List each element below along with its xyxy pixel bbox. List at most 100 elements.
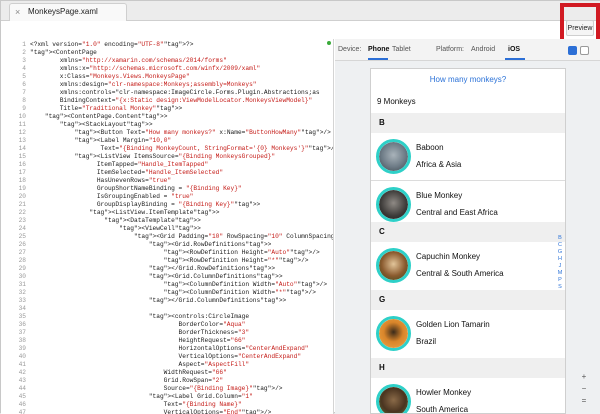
code-line[interactable]: "tag"><ListView.ItemTemplate"tag">> <box>30 209 219 217</box>
code-line[interactable]: HasUnevenRows="true" <box>30 177 171 185</box>
code-line[interactable]: IsGroupingEnabled = "true" <box>30 193 194 201</box>
index-letter[interactable]: H <box>555 256 565 263</box>
line-number: 35 <box>18 313 26 320</box>
code-line[interactable]: "tag"><controls:CircleImage <box>30 313 249 321</box>
device-tab-tablet[interactable]: Tablet <box>392 46 411 53</box>
zoom-reset-icon[interactable]: = <box>579 396 589 406</box>
line-number: 19 <box>18 185 26 192</box>
code-line[interactable]: "tag"><DataTemplate"tag">> <box>30 217 201 225</box>
code-line[interactable]: "tag"><ColumnDefinition Width="Auto""tag… <box>30 281 327 289</box>
code-line[interactable]: "tag"></Grid.RowDefinitions"tag">> <box>30 265 275 273</box>
ide-window: × MonkeysPage.xaml Preview 1 2 3 4 5 6 7 8 9 10 11… <box>0 0 600 414</box>
monkey-location: Africa & Asia <box>416 160 462 169</box>
list-item[interactable]: Howler Monkey South America <box>371 378 565 413</box>
line-number: 27 <box>18 249 26 256</box>
code-line[interactable]: Text="{Binding MonkeyCount, StringFormat… <box>30 145 333 153</box>
code-line[interactable]: "tag"><Grid Padding="10" RowSpacing="10"… <box>30 233 333 241</box>
monkey-name: Golden Lion Tamarin <box>416 320 490 329</box>
how-many-button[interactable]: How many monkeys? <box>371 75 565 84</box>
code-line[interactable]: "tag"><ColumnDefinition Width="*""tag">/… <box>30 289 316 297</box>
device-tab-phone[interactable]: Phone <box>368 46 389 53</box>
code-editor[interactable]: 1 2 3 4 5 6 7 8 9 10 11 12 13 14 15 16 17 18 19 20 21 22 23 24 2… <box>1 39 334 414</box>
monkey-location: Central and East Africa <box>416 208 498 217</box>
tab-monkeyspage-xaml[interactable]: × MonkeysPage.xaml <box>9 3 127 21</box>
code-line[interactable]: HeightRequest="66" <box>30 337 246 345</box>
index-letter[interactable]: S <box>555 284 565 291</box>
index-letter[interactable]: G <box>555 249 565 256</box>
line-number: 15 <box>18 153 26 160</box>
line-number: 32 <box>18 289 26 296</box>
code-line[interactable]: HorizontalOptions="CenterAndExpand" <box>30 345 309 353</box>
code-line[interactable]: xmlns:x="http://schemas.microsoft.com/wi… <box>30 65 261 73</box>
code-line[interactable]: Title="Traditional Monkey""tag">> <box>30 105 183 113</box>
index-letter[interactable]: J <box>555 263 565 270</box>
code-line[interactable]: GroupShortNameBinding = "{Binding Key}" <box>30 185 242 193</box>
code-line[interactable]: Source="{Binding Image}""tag">/> <box>30 385 283 393</box>
index-letter[interactable]: P <box>555 277 565 284</box>
section-index[interactable]: BCGHJMPS <box>555 235 565 291</box>
line-number: 20 <box>18 193 26 200</box>
code-line[interactable]: WidthRequest="66" <box>30 369 227 377</box>
platform-tab-ios[interactable]: iOS <box>508 46 520 53</box>
line-number: 29 <box>18 265 26 272</box>
line-number: 6 <box>22 81 26 88</box>
code-line[interactable]: Aspect="AspectFill" <box>30 361 250 369</box>
line-number: 11 <box>18 121 26 128</box>
code-line[interactable]: "tag"><Button Text="How many monkeys?" x… <box>30 129 331 137</box>
monkey-name: Howler Monkey <box>416 388 472 397</box>
portrait-icon[interactable] <box>568 46 577 55</box>
platform-tab-android[interactable]: Android <box>471 46 495 53</box>
code-line[interactable]: BorderThickness="3" <box>30 329 250 337</box>
list-item[interactable]: Capuchin Monkey Central & South America <box>371 242 565 290</box>
line-number: 39 <box>18 345 26 352</box>
zoom-out-icon[interactable]: − <box>579 384 589 394</box>
code-line[interactable]: "tag"></Grid.ColumnDefinitions"tag">> <box>30 297 286 305</box>
code-line[interactable]: "tag"><Grid.ColumnDefinitions"tag">> <box>30 273 283 281</box>
monkey-location: Central & South America <box>416 269 504 278</box>
avatar <box>376 316 411 351</box>
list-item[interactable]: Golden Lion Tamarin Brazil <box>371 310 565 358</box>
code-line[interactable]: xmlns="http://xamarin.com/schemas/2014/f… <box>30 57 227 65</box>
list-item[interactable]: Baboon Africa & Asia <box>371 133 565 181</box>
index-letter[interactable]: M <box>555 270 565 277</box>
code-line[interactable]: BorderColor="Aqua" <box>30 321 246 329</box>
code-line[interactable]: "tag"><RowDefinition Height="Auto""tag">… <box>30 249 320 257</box>
line-number: 8 <box>22 97 26 104</box>
code-line[interactable]: <?xml version="1.0" encoding="UTF-8""tag… <box>30 41 193 49</box>
code-line[interactable]: ItemTapped="Handle_ItemTapped" <box>30 161 208 169</box>
code-line[interactable]: "tag"><Label Grid.Column="1" <box>30 393 253 401</box>
close-icon[interactable]: × <box>15 4 20 20</box>
code-line[interactable]: BindingContext="{x:Static design:ViewMod… <box>30 97 313 105</box>
code-text[interactable]: <?xml version="1.0" encoding="UTF-8""tag… <box>30 39 333 414</box>
code-line[interactable]: xmlns:design="clr-namespace:Monkeys;asse… <box>30 81 257 89</box>
code-line[interactable]: "tag"><Label Margin="10,0" <box>30 137 172 145</box>
code-line[interactable]: ItemSelected="Handle_ItemSelected" <box>30 169 223 177</box>
index-letter[interactable]: C <box>555 242 565 249</box>
code-line[interactable]: VerticalOptions="End""tag">/> <box>30 409 272 414</box>
zoom-in-icon[interactable]: + <box>579 372 589 382</box>
code-line[interactable]: "tag"><StackLayout"tag">> <box>30 121 153 129</box>
line-number: 41 <box>18 361 26 368</box>
code-line[interactable]: Grid.RowSpan="2" <box>30 377 223 385</box>
avatar <box>376 139 411 174</box>
avatar <box>376 384 411 413</box>
code-line[interactable]: xmlns:controls="clr-namespace:ImageCircl… <box>30 89 320 97</box>
line-number: 31 <box>18 281 26 288</box>
code-line[interactable]: "tag"><Grid.RowDefinitions"tag">> <box>30 241 272 249</box>
index-letter[interactable]: B <box>555 235 565 242</box>
landscape-icon[interactable] <box>580 46 589 55</box>
code-line[interactable]: "tag"><RowDefinition Height="*""tag">/> <box>30 257 309 265</box>
code-line[interactable]: "tag"><ContentPage <box>30 49 97 57</box>
line-number: 18 <box>18 177 26 184</box>
line-number: 23 <box>18 217 26 224</box>
code-line[interactable]: GroupDisplayBinding = "{Binding Key}""ta… <box>30 201 260 209</box>
line-number: 34 <box>18 305 26 312</box>
code-line[interactable]: VerticalOptions="CenterAndExpand" <box>30 353 302 361</box>
preview-button[interactable]: Preview <box>566 20 594 36</box>
code-line[interactable]: "tag"><ContentPage.Content"tag">> <box>30 113 168 121</box>
code-line[interactable]: x:Class="Monkeys.Views.MonkeysPage" <box>30 73 190 81</box>
code-line[interactable]: Text="{Binding Name}" <box>30 401 242 409</box>
code-line[interactable]: "tag"><ListView ItemsSource="{Binding Mo… <box>30 153 276 161</box>
platform-tab-underline <box>505 58 525 60</box>
code-line[interactable]: "tag"><ViewCell"tag">> <box>30 225 201 233</box>
